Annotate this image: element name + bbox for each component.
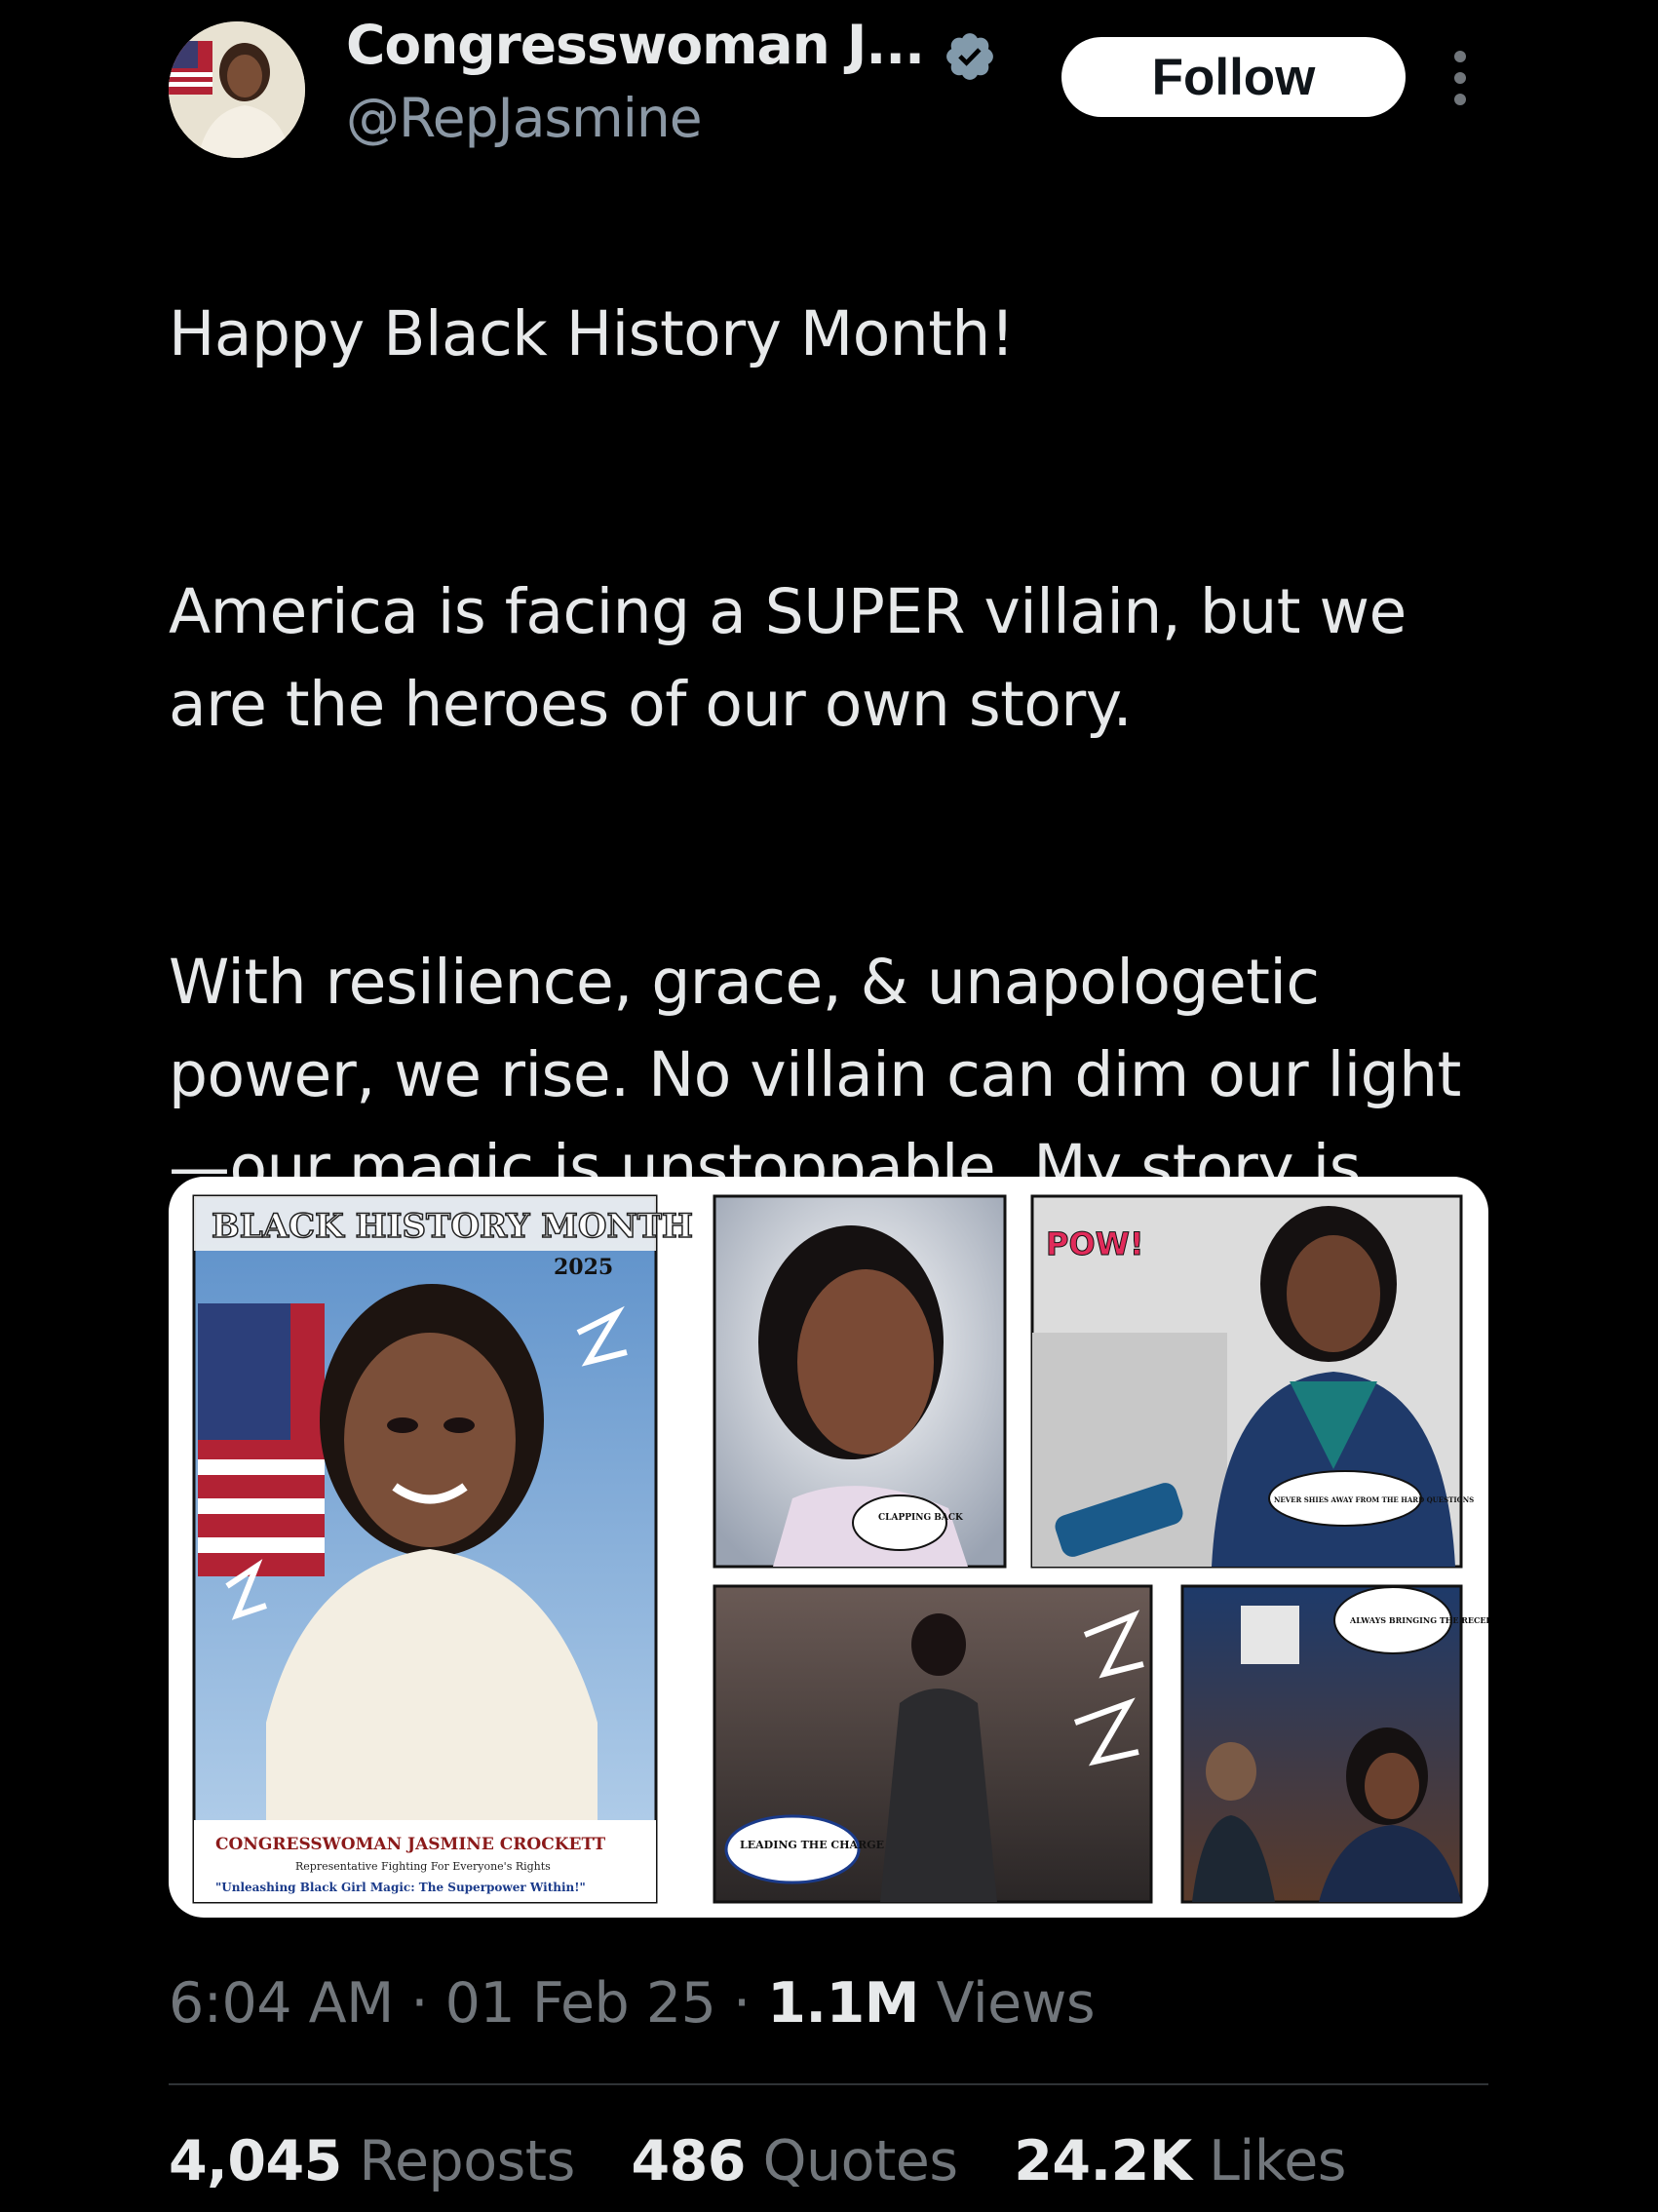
engagement-stats: 4,045 Reposts 486 Quotes 24.2K Likes [169, 2129, 1385, 2193]
bubble-leading-charge: LEADING THE CHARGE [740, 1839, 884, 1851]
bubble-never-shies: NEVER SHIES AWAY FROM THE HARD QUESTIONS [1274, 1495, 1474, 1504]
bubble-clapping-back: CLAPPING BACK [878, 1513, 964, 1523]
follow-button[interactable]: Follow [1061, 37, 1406, 117]
cover-name-line: CONGRESSWOMAN JASMINE CROCKETT [215, 1835, 605, 1854]
meta-separator: · [733, 1971, 751, 2036]
bubble-pow: POW! [1046, 1225, 1144, 1262]
panel-cover: BLACK HISTORY MONTH 2025 CONGRESSWOMAN J… [192, 1194, 694, 1904]
tweet-meta: 6:04 AM · 01 Feb 25 · 1.1M Views [169, 1971, 1096, 2036]
panel-leading: LEADING THE CHARGE [713, 1584, 1153, 1904]
cover-year-text: 2025 [554, 1255, 613, 1280]
quotes-stat[interactable]: 486 Quotes [631, 2129, 958, 2193]
likes-count: 24.2K [1014, 2129, 1192, 2193]
tweet-paragraph-1: Happy Black History Month! [169, 298, 1015, 369]
panel-closeup: CLAPPING BACK [713, 1194, 1007, 1569]
likes-stat[interactable]: 24.2K Likes [1014, 2129, 1346, 2193]
author-handle[interactable]: @RepJasmine [346, 87, 703, 149]
views-count: 1.1M [767, 1971, 919, 2036]
author-display-name[interactable]: Congresswoman J... [346, 14, 925, 76]
bubble-receipts: ALWAYS BRINGING THE RECEIPTS [1349, 1615, 1488, 1625]
tweet-media-image[interactable]: BLACK HISTORY MONTH 2025 CONGRESSWOMAN J… [169, 1177, 1488, 1918]
tweet-date[interactable]: 01 Feb 25 [445, 1971, 716, 2036]
verified-badge-icon [946, 33, 993, 80]
tweet-time[interactable]: 6:04 AM [169, 1971, 394, 2036]
views-label: Views [936, 1971, 1096, 2036]
comic-collage: BLACK HISTORY MONTH 2025 CONGRESSWOMAN J… [192, 1194, 1488, 1904]
reposts-label: Reposts [359, 2129, 575, 2193]
panel-pow: POW! NEVER SHIES AWAY FROM THE HARD QUES… [1030, 1194, 1474, 1569]
reposts-stat[interactable]: 4,045 Reposts [169, 2129, 575, 2193]
panel-receipts: ALWAYS BRINGING THE RECEIPTS [1180, 1584, 1488, 1904]
reposts-count: 4,045 [169, 2129, 342, 2193]
quotes-count: 486 [631, 2129, 746, 2193]
more-options-icon[interactable] [1448, 51, 1472, 105]
meta-separator: · [410, 1971, 429, 2036]
quotes-label: Quotes [762, 2129, 958, 2193]
cover-tagline: Representative Fighting For Everyone's R… [295, 1860, 551, 1873]
cover-banner-text: BLACK HISTORY MONTH [212, 1207, 693, 1246]
tweet-paragraph-2: America is facing a SUPER villain, but w… [169, 576, 1407, 740]
avatar[interactable] [169, 21, 305, 158]
cover-title-line: "Unleashing Black Girl Magic: The Superp… [215, 1881, 586, 1894]
avatar-image [169, 21, 305, 158]
divider [169, 2083, 1488, 2085]
likes-label: Likes [1209, 2129, 1346, 2193]
